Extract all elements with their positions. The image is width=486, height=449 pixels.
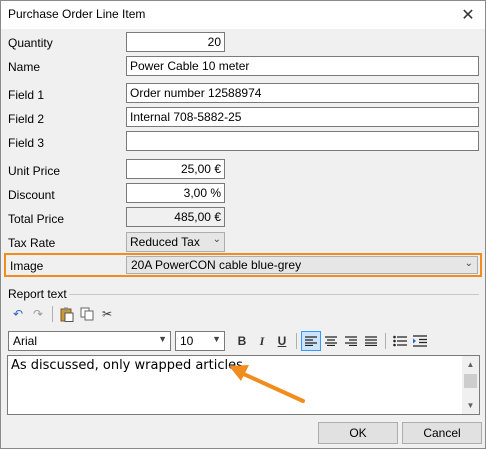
quantity-label: Quantity bbox=[8, 36, 53, 50]
bullet-list-icon[interactable] bbox=[390, 331, 410, 351]
paste-icon[interactable] bbox=[57, 304, 77, 324]
image-value: 20A PowerCON cable blue-grey bbox=[131, 258, 302, 272]
chevron-down-icon: ⌄ bbox=[464, 258, 473, 269]
tax-rate-label: Tax Rate bbox=[8, 236, 56, 250]
field1-label: Field 1 bbox=[8, 88, 45, 102]
tax-rate-select[interactable]: Reduced Tax ⌄ bbox=[126, 232, 225, 252]
undo-icon[interactable]: ↶ bbox=[8, 304, 28, 324]
unit-price-input[interactable]: 25,00 € bbox=[126, 159, 225, 179]
redo-icon[interactable]: ↷ bbox=[28, 304, 48, 324]
copy-icon[interactable] bbox=[77, 304, 97, 324]
ok-button[interactable]: OK bbox=[318, 422, 398, 444]
field3-label: Field 3 bbox=[8, 136, 45, 150]
font-size-value: 10 bbox=[180, 334, 194, 348]
chevron-down-icon: ▼ bbox=[212, 334, 221, 344]
report-text-divider bbox=[69, 294, 479, 295]
annotation-arrow-icon bbox=[229, 365, 305, 403]
field2-input[interactable]: Internal 708-5882-25 bbox=[126, 107, 479, 127]
editor-scrollbar[interactable]: ▲ ▼ bbox=[462, 356, 479, 414]
toolbar-separator bbox=[296, 333, 297, 349]
tax-rate-value: Reduced Tax bbox=[130, 235, 200, 249]
total-price-field: 485,00 € bbox=[126, 207, 225, 227]
bold-button[interactable]: B bbox=[232, 331, 252, 351]
image-select[interactable]: 20A PowerCON cable blue-grey ⌄ bbox=[126, 256, 478, 274]
scroll-thumb[interactable] bbox=[464, 374, 477, 388]
align-right-icon[interactable] bbox=[341, 331, 361, 351]
image-label: Image bbox=[10, 259, 44, 273]
chevron-down-icon: ⌄ bbox=[212, 234, 221, 245]
font-select[interactable]: Arial ▼ bbox=[8, 331, 171, 351]
close-icon[interactable]: ✕ bbox=[455, 3, 481, 27]
indent-icon[interactable] bbox=[410, 331, 430, 351]
scroll-up-icon[interactable]: ▲ bbox=[462, 356, 479, 373]
field3-input[interactable] bbox=[126, 131, 479, 151]
edit-toolbar: ↶ ↷ ✂ bbox=[8, 304, 117, 324]
font-size-select[interactable]: 10 ▼ bbox=[175, 331, 225, 351]
title-bar: Purchase Order Line Item ✕ bbox=[1, 1, 485, 29]
report-text-label: Report text bbox=[8, 287, 67, 301]
cancel-button[interactable]: Cancel bbox=[402, 422, 482, 444]
cut-icon[interactable]: ✂ bbox=[97, 304, 117, 324]
window-title: Purchase Order Line Item bbox=[8, 7, 146, 21]
report-text-content[interactable]: As discussed, only wrapped articles. bbox=[11, 358, 247, 373]
total-price-label: Total Price bbox=[8, 212, 65, 226]
field2-label: Field 2 bbox=[8, 112, 45, 126]
align-justify-icon[interactable] bbox=[361, 331, 381, 351]
format-toolbar: B I U bbox=[232, 331, 430, 351]
name-input[interactable]: Power Cable 10 meter bbox=[126, 56, 479, 76]
field1-input[interactable]: Order number 12588974 bbox=[126, 83, 479, 103]
name-label: Name bbox=[8, 60, 41, 74]
font-value: Arial bbox=[13, 334, 38, 348]
discount-label: Discount bbox=[8, 188, 55, 202]
unit-price-label: Unit Price bbox=[8, 164, 61, 178]
underline-button[interactable]: U bbox=[272, 331, 292, 351]
chevron-down-icon: ▼ bbox=[158, 334, 167, 344]
toolbar-separator bbox=[385, 333, 386, 349]
italic-button[interactable]: I bbox=[252, 331, 272, 351]
align-center-icon[interactable] bbox=[321, 331, 341, 351]
quantity-input[interactable]: 20 bbox=[126, 32, 225, 52]
image-row-highlight: Image 20A PowerCON cable blue-grey ⌄ bbox=[4, 253, 482, 277]
align-left-icon[interactable] bbox=[301, 331, 321, 351]
toolbar-separator bbox=[52, 306, 53, 322]
scroll-down-icon[interactable]: ▼ bbox=[462, 397, 479, 414]
purchase-order-line-item-dialog: Purchase Order Line Item ✕ Quantity 20 N… bbox=[0, 0, 486, 449]
discount-input[interactable]: 3,00 % bbox=[126, 183, 225, 203]
